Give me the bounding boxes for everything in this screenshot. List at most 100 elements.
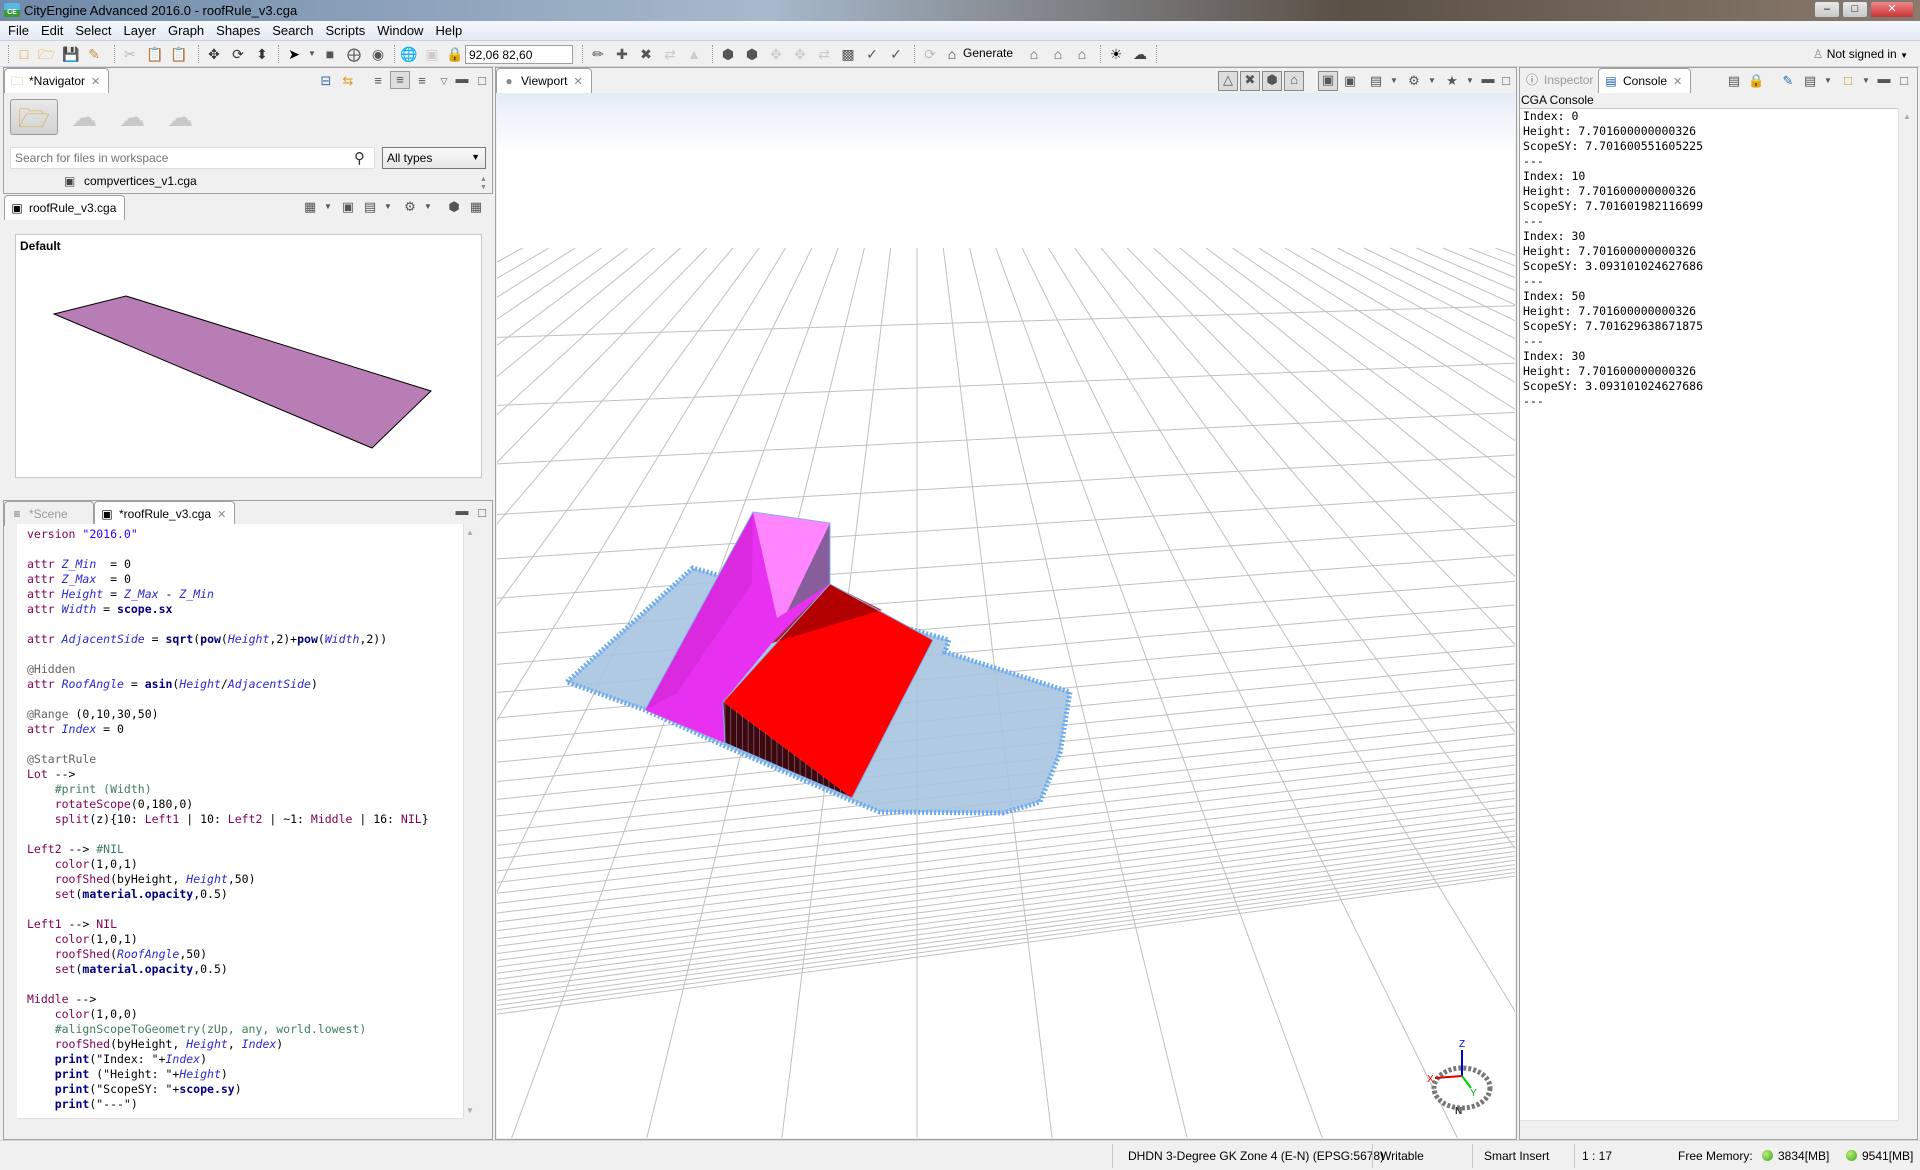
globe-icon[interactable]: 🌐: [400, 46, 417, 62]
console-vertical-scrollbar[interactable]: [1898, 108, 1916, 1120]
cleanup-icon[interactable]: ⟳: [922, 46, 938, 62]
select-dropdown-icon[interactable]: ▼: [304, 46, 320, 62]
chevron-down-icon[interactable]: ▼: [1386, 73, 1402, 89]
minimize-panel-icon[interactable]: ▬: [1480, 71, 1496, 87]
paste-icon[interactable]: 📋: [170, 46, 187, 62]
menu-scripts[interactable]: Scripts: [321, 21, 373, 40]
tab-roofrule-editor[interactable]: ▣ *roofRule_v3.cga ✕: [94, 501, 236, 526]
tab-scene[interactable]: ≡ *Scene: [4, 501, 94, 526]
layout-icon[interactable]: ▦: [468, 199, 484, 215]
gizmo-icon[interactable]: ◉: [370, 46, 386, 62]
close-button[interactable]: ✕: [1870, 1, 1914, 18]
rule-view-icon[interactable]: ≡: [414, 73, 430, 89]
brush-icon[interactable]: ✎: [86, 46, 102, 62]
chevron-down-icon[interactable]: ▼: [1820, 73, 1836, 89]
maximize-panel-icon[interactable]: □: [1896, 73, 1912, 89]
tab-inspector[interactable]: ⓘ Inspector: [1520, 68, 1602, 93]
camera-icon[interactable]: ▤: [1368, 73, 1384, 89]
texture-icon[interactable]: ▩: [840, 46, 856, 62]
update-seed-icon[interactable]: ⌂: [1050, 46, 1066, 62]
bookmark-icon[interactable]: ▣: [1318, 71, 1338, 91]
extrude-icon[interactable]: ⬢: [744, 46, 760, 62]
subdivide-icon[interactable]: ✥: [768, 46, 784, 62]
terrain-down-icon[interactable]: ✓: [864, 46, 880, 62]
new-file-icon[interactable]: □: [16, 46, 32, 62]
minimize-panel-icon[interactable]: ▬: [454, 71, 470, 87]
search-input[interactable]: [10, 147, 375, 169]
menu-edit[interactable]: Edit: [37, 21, 71, 40]
tab-console[interactable]: ▤ Console ✕: [1598, 68, 1692, 93]
align-icon[interactable]: ⇄: [662, 46, 678, 62]
tab-viewport[interactable]: ● Viewport ✕: [496, 68, 592, 93]
viewport-3d-canvas[interactable]: Z X Y N: [497, 93, 1515, 1138]
open-folder-icon[interactable]: 🗁: [38, 46, 55, 62]
maximize-panel-icon[interactable]: □: [1498, 73, 1514, 89]
chevron-down-icon[interactable]: ▼: [1462, 73, 1478, 89]
flat-view-icon[interactable]: ≡: [390, 71, 410, 89]
frame-icon[interactable]: ▣: [340, 199, 356, 215]
maximize-panel-icon[interactable]: □: [474, 73, 490, 89]
menu-shapes[interactable]: Shapes: [212, 21, 268, 40]
streets-icon[interactable]: ✖: [1240, 71, 1260, 91]
link-editor-icon[interactable]: ⇆: [340, 73, 356, 89]
display-console-icon[interactable]: ▤: [1802, 73, 1818, 89]
scrollbar[interactable]: ▲ ▼: [480, 176, 487, 192]
generate-new-icon[interactable]: ⌂: [1026, 46, 1042, 62]
editor-horizontal-scrollbar[interactable]: [17, 1118, 463, 1134]
terrain-up-icon[interactable]: ✓: [888, 46, 904, 62]
list-item[interactable]: ▣ compvertices_v1.cga: [64, 174, 197, 188]
minimize-button[interactable]: –: [1814, 1, 1840, 18]
my-content-cloud-icon[interactable]: ☁: [60, 99, 108, 135]
delete-models-icon[interactable]: ⌂: [1074, 46, 1090, 62]
scroll-up-icon[interactable]: ▲: [1903, 112, 1911, 121]
cloud-icon[interactable]: ☁: [1132, 46, 1148, 62]
shapes-icon[interactable]: ⬢: [1262, 71, 1282, 91]
generate-button[interactable]: Generate: [963, 46, 1013, 60]
scale-icon[interactable]: ⬍: [254, 46, 270, 62]
close-tab-icon[interactable]: ✕: [1673, 76, 1682, 88]
search-icon[interactable]: ⚲: [354, 149, 365, 167]
type-filter-select[interactable]: All types ▼: [382, 147, 486, 169]
gear-icon[interactable]: ⚙: [402, 199, 418, 215]
tree-view-icon[interactable]: ≡: [370, 73, 386, 89]
edit-street-icon[interactable]: ✏: [590, 46, 606, 62]
pin-console-icon[interactable]: ✎: [1780, 73, 1796, 89]
editor-vertical-scrollbar[interactable]: [463, 524, 479, 1118]
gear-icon[interactable]: ⚙: [1406, 73, 1422, 89]
chevron-down-icon[interactable]: ▼: [1858, 73, 1874, 89]
model-icon[interactable]: ⬢: [446, 199, 462, 215]
cut-icon[interactable]: ✂: [122, 46, 138, 62]
group-cloud-icon[interactable]: ☁: [108, 99, 156, 135]
terrain-icon[interactable]: ▲: [686, 46, 702, 62]
code-editor[interactable]: version "2016.0" attr Z_Min = 0 attr Z_Max…: [17, 524, 463, 1118]
lock-icon[interactable]: 🔒: [446, 46, 463, 62]
grid-icon[interactable]: ▦: [302, 199, 318, 215]
scroll-down-icon[interactable]: ▼: [466, 1106, 474, 1115]
frame-icon[interactable]: ▣: [1342, 73, 1358, 89]
frame-icon[interactable]: ⨁: [346, 46, 362, 62]
shape-icon[interactable]: ⬢: [720, 46, 736, 62]
move-icon[interactable]: ✥: [206, 46, 222, 62]
rotate-icon[interactable]: ⟳: [230, 46, 246, 62]
chevron-down-icon[interactable]: ▼: [1424, 73, 1440, 89]
collapse-all-icon[interactable]: ⊟: [318, 73, 334, 89]
menu-layer[interactable]: Layer: [120, 21, 165, 40]
public-cloud-icon[interactable]: ☁: [156, 99, 204, 135]
console-horizontal-scrollbar[interactable]: [1520, 1120, 1898, 1137]
menu-help[interactable]: Help: [431, 21, 470, 40]
close-tab-icon[interactable]: ✕: [573, 76, 582, 88]
maximize-panel-icon[interactable]: □: [474, 505, 490, 521]
copy-icon[interactable]: 📋: [146, 46, 163, 62]
star-icon[interactable]: ★: [1444, 73, 1460, 89]
menu-window[interactable]: Window: [373, 21, 431, 40]
close-tab-icon[interactable]: ✕: [217, 509, 226, 521]
tab-rule-preview[interactable]: ▣ roofRule_v3.cga: [4, 195, 126, 220]
menu-search[interactable]: Search: [268, 21, 321, 40]
chevron-down-icon[interactable]: ▼: [320, 199, 336, 215]
minimize-panel-icon[interactable]: ▬: [1876, 71, 1892, 87]
sun-icon[interactable]: ☀: [1108, 46, 1124, 62]
clear-console-icon[interactable]: ▤: [1726, 73, 1742, 89]
merge-icon[interactable]: ✥: [792, 46, 808, 62]
add-street-icon[interactable]: ✚: [614, 46, 630, 62]
select-tool-icon[interactable]: ■: [322, 46, 338, 62]
